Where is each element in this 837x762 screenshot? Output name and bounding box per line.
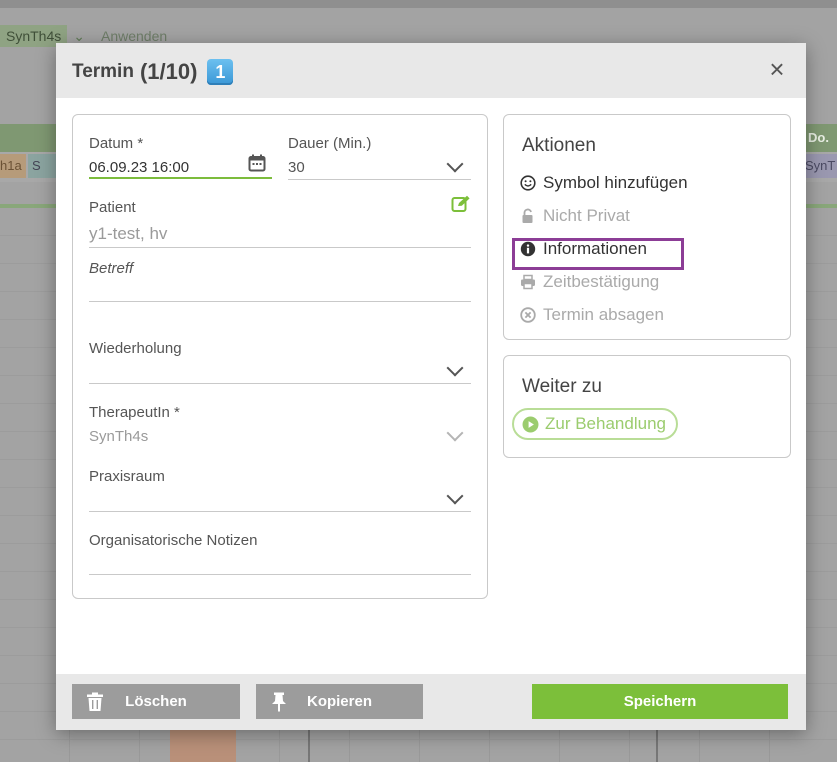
background-day-label: Do. <box>808 130 829 145</box>
trash-icon <box>87 692 103 711</box>
wiederholung-label: Wiederholung <box>89 340 182 357</box>
chevron-down-icon[interactable] <box>446 487 464 505</box>
background-appointment-block <box>170 730 236 762</box>
not-private-action[interactable]: Nicht Privat <box>520 204 630 228</box>
to-treatment-button[interactable]: Zur Behandlung <box>512 408 678 440</box>
dialog-title: Termin (1/10) 1 <box>72 59 234 85</box>
actions-panel: Aktionen Symbol hinzufügen Nicht Privat <box>503 114 791 340</box>
background-divider-line <box>656 730 658 762</box>
to-treatment-label: Zur Behandlung <box>545 414 666 433</box>
close-button[interactable]: × <box>766 56 788 82</box>
chevron-down-icon[interactable] <box>446 155 464 173</box>
praxisraum-underline <box>89 511 471 512</box>
cancel-appointment-label: Termin absagen <box>543 305 664 324</box>
background-divider-line <box>308 730 310 762</box>
background-chip-right: SynT <box>801 154 837 178</box>
appointment-dialog: Termin (1/10) 1 × Datum * 06.09.23 16:00… <box>56 43 806 730</box>
navigate-panel: Weiter zu Zur Behandlung <box>503 355 791 458</box>
patient-input[interactable]: y1-test, hv <box>89 224 167 244</box>
dialog-title-text: Termin <box>72 61 134 82</box>
pin-icon <box>272 692 286 712</box>
navigate-title: Weiter zu <box>522 376 602 397</box>
smiley-icon <box>520 175 536 191</box>
time-confirmation-action[interactable]: Zeitbestätigung <box>520 270 659 294</box>
dialog-footer: Löschen Kopieren Speichern <box>56 674 806 730</box>
notizen-label: Organisatorische Notizen <box>89 532 258 549</box>
dialog-header: Termin (1/10) 1 × <box>56 43 806 98</box>
delete-label: Löschen <box>125 693 187 710</box>
actions-title: Aktionen <box>522 135 596 156</box>
play-circle-icon <box>522 416 539 432</box>
add-symbol-action[interactable]: Symbol hinzufügen <box>520 171 688 195</box>
background-apply-link: Anwenden <box>100 28 168 44</box>
wiederholung-underline <box>89 383 471 384</box>
background-chip-left2: S <box>28 154 56 178</box>
background-chip-left: h1a <box>0 154 26 178</box>
copy-button[interactable]: Kopieren <box>256 684 423 719</box>
save-button[interactable]: Speichern <box>532 684 788 719</box>
calendar-icon[interactable] <box>248 154 266 172</box>
cancel-circle-icon <box>520 307 536 323</box>
betreff-underline <box>89 301 471 302</box>
edit-icon[interactable] <box>451 195 471 213</box>
patient-label: Patient <box>89 199 136 216</box>
datum-input[interactable]: 06.09.23 16:00 <box>89 159 189 176</box>
dauer-select[interactable]: 30 <box>288 159 305 176</box>
highlight-frame <box>512 238 684 270</box>
keycap-one-icon: 1 <box>207 59 234 85</box>
betreff-label: Betreff <box>89 260 134 277</box>
delete-button[interactable]: Löschen <box>72 684 240 719</box>
background-topbar <box>0 0 837 8</box>
datum-label: Datum * <box>89 135 144 152</box>
not-private-label: Nicht Privat <box>543 206 630 225</box>
dauer-label: Dauer (Min.) <box>288 135 372 152</box>
notizen-underline <box>89 574 471 575</box>
patient-underline <box>89 247 471 248</box>
cancel-appointment-action[interactable]: Termin absagen <box>520 303 664 327</box>
background-chevron-icon: ⌄ <box>73 27 85 44</box>
dauer-underline <box>288 179 471 180</box>
chevron-down-icon[interactable] <box>446 424 464 442</box>
datum-underline <box>89 177 272 179</box>
appointment-form: Datum * 06.09.23 16:00 Dauer (Min.) 30 P… <box>72 114 488 599</box>
save-label: Speichern <box>623 693 697 710</box>
dialog-counter: (1/10) <box>139 59 198 84</box>
therapeut-select[interactable]: SynTh4s <box>89 428 148 445</box>
praxisraum-label: Praxisraum <box>89 468 165 485</box>
printer-icon <box>521 274 535 290</box>
copy-label: Kopieren <box>306 693 372 710</box>
add-symbol-label: Symbol hinzufügen <box>543 173 688 192</box>
therapeut-label: TherapeutIn * <box>89 404 180 421</box>
time-confirmation-label: Zeitbestätigung <box>543 272 660 291</box>
chevron-down-icon[interactable] <box>446 359 464 377</box>
unlock-icon <box>522 208 533 223</box>
